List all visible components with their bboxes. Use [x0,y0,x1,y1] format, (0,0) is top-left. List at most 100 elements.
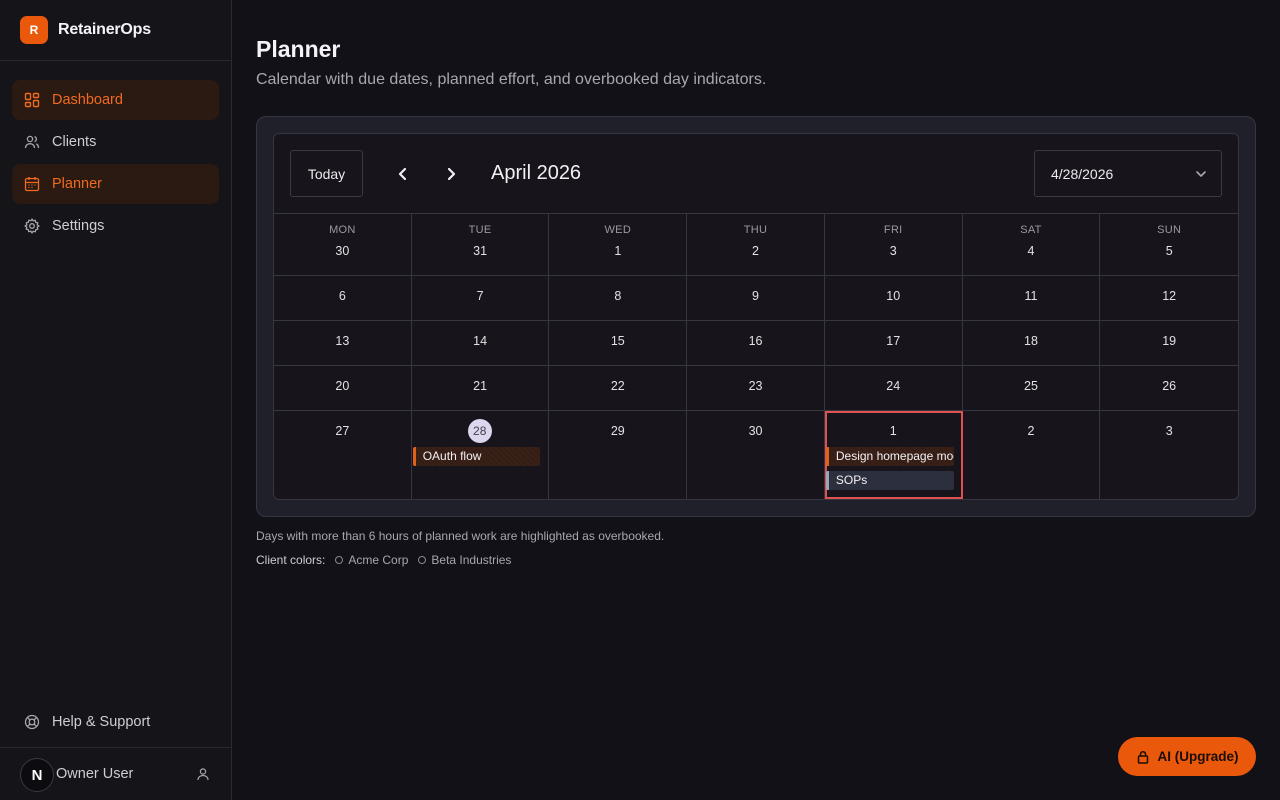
day-cell[interactable]: 27 [274,411,412,499]
sidebar-item-label: Planner [52,176,102,192]
day-cell[interactable]: 29 [549,411,688,499]
date-picker-value: 4/28/2026 [1051,166,1114,182]
day-cell[interactable]: 2 [963,411,1101,499]
day-cell[interactable]: 25 [963,366,1101,410]
day-cell-today[interactable]: 28 OAuth flow [412,411,550,499]
day-cell[interactable]: 17 [825,321,963,365]
day-cell[interactable]: 3 [1100,411,1238,499]
day-cell[interactable]: 24 [825,366,963,410]
chevron-down-icon [1196,171,1206,177]
help-label: Help & Support [52,714,151,730]
users-icon [24,134,40,150]
day-number: 17 [886,334,901,348]
day-cell[interactable]: 14 [412,321,550,365]
weekday-label: MON [329,224,356,236]
day-cell[interactable]: 22 [549,366,688,410]
chevron-right-icon[interactable] [441,164,461,184]
avatar[interactable]: N [20,758,54,792]
legend-dot [418,556,427,564]
day-cell[interactable]: 13 [274,321,412,365]
day-cell[interactable]: 20 [274,366,412,410]
day-cell-overbooked[interactable]: 1 Design homepage mockups SOPs [824,411,963,499]
day-cell[interactable]: 18 [963,321,1101,365]
day-cell[interactable]: THU 2 [687,214,825,275]
chevron-left-icon[interactable] [393,164,413,184]
day-cell[interactable]: 11 [963,276,1101,320]
day-number: 26 [1162,379,1177,393]
day-number: 5 [1165,244,1173,258]
weekday-label: TUE [468,224,492,236]
sidebar-item-label: Settings [52,218,105,234]
day-cell[interactable]: 8 [549,276,688,320]
day-number: 20 [335,379,350,393]
sidebar-item-clients[interactable]: Clients [12,122,219,162]
day-number: 30 [335,244,350,258]
day-cell[interactable]: 12 [1100,276,1238,320]
calendar-week: MON 30 TUE 31 WED 1 THU 2 FRI 3 SAT 4 SUN 5 [274,214,1238,276]
day-cell[interactable]: 6 [274,276,412,320]
day-cell[interactable]: 7 [412,276,550,320]
calendar-icon [24,176,40,192]
day-cell[interactable]: 15 [549,321,688,365]
calendar-event[interactable]: OAuth flow [412,447,540,466]
legend-item: Beta Industries [418,553,511,567]
calendar-event[interactable]: SOPs [825,471,954,490]
month-label: April 2026 [491,162,582,184]
user-name: Owner User [56,766,134,782]
dashboard-icon [24,92,40,108]
sidebar-item-settings[interactable]: Settings [12,206,219,246]
brand-logo: R [20,16,48,44]
day-cell[interactable]: TUE 31 [412,214,550,275]
day-number: 9 [752,289,759,303]
day-number: 27 [335,424,350,438]
day-number: 14 [473,334,488,348]
sidebar-item-planner[interactable]: Planner [12,164,219,204]
day-cell[interactable]: 21 [412,366,550,410]
day-cell[interactable]: MON 30 [274,214,412,275]
day-cell[interactable]: 30 [687,411,825,499]
ai-upgrade-button[interactable]: AI (Upgrade) [1118,737,1256,776]
day-number: 15 [610,334,625,348]
day-cell[interactable]: 9 [687,276,825,320]
brand-name: RetainerOps [58,21,151,38]
day-cell[interactable]: 26 [1100,366,1238,410]
day-cell[interactable]: 19 [1100,321,1238,365]
day-number: 12 [1162,289,1177,303]
day-number: 10 [886,289,901,303]
day-number: 25 [1024,379,1038,393]
user-menu[interactable]: N Owner User [0,747,231,800]
weekday-label: SAT [1020,224,1042,236]
help-support-link[interactable]: Help & Support [12,702,219,742]
day-number: 18 [1024,334,1038,348]
calendar-week: 27 28 OAuth flow 29 30 1 Design homepage… [274,411,1238,499]
day-number: 31 [473,244,488,258]
day-number: 23 [748,379,763,393]
day-cell[interactable]: 23 [687,366,825,410]
weekday-label: WED [604,224,632,236]
lifebuoy-icon [24,714,40,730]
client-legend: Client colors: Acme Corp Beta Industries [256,553,521,567]
sidebar-item-dashboard[interactable]: Dashboard [12,80,219,120]
date-picker[interactable]: 4/28/2026 [1034,150,1222,197]
today-button[interactable]: Today [290,150,363,197]
day-number: 2 [1027,424,1035,438]
brand[interactable]: R RetainerOps [0,0,231,61]
calendar: Today April 2026 4/28/2026 MON 30 TUE 31 W… [273,133,1239,500]
day-cell[interactable]: FRI 3 [825,214,963,275]
day-cell[interactable]: 16 [687,321,825,365]
day-cell[interactable]: SUN 5 [1100,214,1238,275]
day-number: 22 [610,379,625,393]
day-number: 8 [614,289,622,303]
day-cell[interactable]: WED 1 [549,214,688,275]
day-cell[interactable]: 10 [825,276,963,320]
user-icon[interactable] [196,767,210,781]
calendar-event[interactable]: Design homepage mockups [825,447,954,466]
calendar-grid: MON 30 TUE 31 WED 1 THU 2 FRI 3 SAT 4 SUN 5 6 7… [274,214,1238,499]
overbooked-note: Days with more than 6 hours of planned w… [256,529,665,543]
gear-icon [24,218,40,234]
sidebar-nav: Dashboard Clients Planner Settings [12,80,219,248]
day-cell[interactable]: SAT 4 [963,214,1101,275]
sidebar-item-label: Clients [52,134,97,150]
ai-upgrade-label: AI (Upgrade) [1157,749,1239,764]
day-number: 29 [610,424,625,438]
